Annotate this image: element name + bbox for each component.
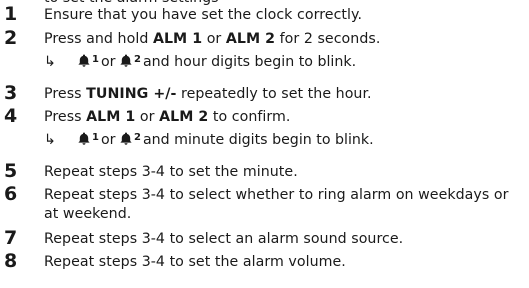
button-name-alm2: ALM 2 <box>225 31 276 47</box>
alarm-index: 2 <box>134 132 141 143</box>
step-text-segment: Repeat steps 3-4 to select an alarm soun… <box>44 231 404 247</box>
result-arrow-icon: ↳ <box>44 54 56 70</box>
button-name-alm1: ALM 1 <box>152 31 203 47</box>
step-text: Repeat steps 3-4 to set the minute. <box>44 163 525 182</box>
result-text: and minute digits begin to blink. <box>142 132 374 148</box>
result-text-or: or <box>100 132 116 148</box>
result-arrow-icon: ↳ <box>44 132 56 148</box>
step-number: 2 <box>4 27 18 49</box>
step-text: Repeat steps 3-4 to select whether to ri… <box>44 186 525 224</box>
alarm-bell-icon <box>120 54 132 67</box>
step-number: 6 <box>4 183 18 205</box>
step-text: Press and hold ALM 1 or ALM 2 for 2 seco… <box>44 30 525 49</box>
step-text-segment: or <box>202 31 226 47</box>
step-text-segment: Press and hold <box>44 31 153 47</box>
step-number: 7 <box>4 227 18 249</box>
step-number: 1 <box>4 3 18 25</box>
step-number: 5 <box>4 160 18 182</box>
result-line-step-4: ↳ 1 or 2 and minute digits begin to blink. <box>44 128 525 150</box>
step-text-segment: to confirm. <box>208 109 291 125</box>
alarm-index: 2 <box>134 54 141 65</box>
button-name-tuning: TUNING +/- <box>86 86 177 102</box>
step-text: Ensure that you have set the clock corre… <box>44 6 525 25</box>
step-text-segment: Ensure that you have set the clock corre… <box>44 7 363 23</box>
alarm-bell-icon <box>78 54 90 67</box>
step-text: Press ALM 1 or ALM 2 to confirm. <box>44 108 525 127</box>
result-text-or: or <box>100 54 116 70</box>
result-text: and hour digits begin to blink. <box>142 54 357 70</box>
alarm-index: 1 <box>92 132 99 143</box>
step-text-segment: Repeat steps 3-4 to set the alarm volume… <box>44 254 346 270</box>
step-text-segment: Press <box>44 109 87 125</box>
step-number: 3 <box>4 82 18 104</box>
instruction-document: to set the alarm settings 1 Ensure that … <box>0 0 529 288</box>
alarm-bell-icon <box>78 132 90 145</box>
step-text-segment: or <box>135 109 160 125</box>
alarm-index: 1 <box>92 54 99 65</box>
button-name-alm1: ALM 1 <box>86 109 136 125</box>
result-line-step-2: ↳ 1 or 2 and hour digits begin to blink. <box>44 50 525 72</box>
step-text-segment: Repeat steps 3-4 to select whether to ri… <box>44 187 509 222</box>
alarm-bell-icon <box>120 132 132 145</box>
step-text: Repeat steps 3-4 to set the alarm volume… <box>44 253 525 272</box>
step-text: Press TUNING +/- repeatedly to set the h… <box>44 85 525 104</box>
step-number: 8 <box>4 250 18 272</box>
step-text-segment: Press <box>44 86 87 102</box>
step-text-segment: repeatedly to set the hour. <box>176 86 372 102</box>
step-text-segment: Repeat steps 3-4 to set the minute. <box>44 164 298 180</box>
step-text: Repeat steps 3-4 to select an alarm soun… <box>44 230 525 249</box>
step-number: 4 <box>4 105 18 127</box>
button-name-alm2: ALM 2 <box>159 109 209 125</box>
step-text-segment: for 2 seconds. <box>275 31 381 47</box>
